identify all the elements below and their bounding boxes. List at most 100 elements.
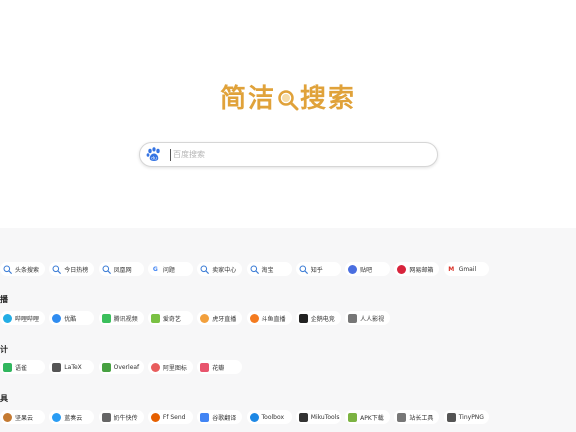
bookmark-label: 淘宝 (261, 266, 274, 274)
search-icon (102, 265, 111, 274)
bookmark-link[interactable]: 优酷 (49, 311, 95, 325)
section-title: 播 (0, 295, 8, 304)
latex-icon (52, 362, 62, 372)
mikutools-icon (298, 412, 308, 422)
bookmark-link[interactable]: 谷歌翻译 (197, 410, 243, 424)
bookmark-label: Ff Send (162, 413, 186, 421)
bookmark-label: 语雀 (15, 364, 28, 372)
bookmark-label: 卖家中心 (212, 266, 237, 274)
baidu-paw-icon[interactable]: du (146, 147, 162, 166)
bilibili-icon (3, 313, 12, 323)
bookmark-link[interactable]: 人人影视 (345, 311, 391, 325)
search-icon (52, 265, 62, 274)
bookmark-link[interactable]: 奶牛快传 (98, 410, 144, 424)
bookmark-link[interactable]: 坚果云 (0, 410, 45, 424)
bookmark-label: 腾讯视频 (113, 315, 138, 323)
bookmark-label: 坚果云 (15, 414, 34, 422)
bookmark-link[interactable]: 头条搜索 (0, 262, 45, 276)
bookmark-label: 哔哩哔哩 (15, 315, 40, 323)
bookmark-label: 人人影视 (360, 315, 385, 323)
search-icon (250, 265, 259, 274)
bookmark-link[interactable]: 哔哩哔哩 (0, 311, 45, 325)
text-cursor (170, 149, 171, 161)
bookmark-label: LaTeX (64, 363, 82, 371)
tieba-icon (348, 264, 358, 274)
yuque-icon (3, 362, 12, 372)
bookmark-link[interactable]: 斗鱼直播 (246, 311, 292, 325)
bookmark-label: 企鹅电竞 (310, 315, 335, 323)
search-icon (3, 265, 12, 274)
bookmark-link[interactable]: 虎牙直播 (197, 311, 243, 325)
bookmark-link[interactable]: LaTeX (49, 360, 95, 374)
search-icon (299, 265, 308, 274)
bookmark-link[interactable]: 卖家中心 (197, 262, 243, 276)
bookmark-link[interactable]: 网易邮箱 (394, 262, 440, 276)
iqiyi-icon (150, 313, 160, 323)
bookmark-label: Gmail (458, 265, 477, 273)
svg-text:du: du (151, 156, 157, 162)
penguin-esports-icon (298, 313, 308, 323)
header-area: 简洁 搜索 du (0, 0, 576, 228)
bookmark-label: 阿里图标 (162, 364, 187, 372)
bookmark-link[interactable]: Ff Send (147, 410, 193, 424)
search-box[interactable]: du (139, 142, 438, 167)
bookmark-label: 网易邮箱 (409, 266, 434, 274)
bookmark-label: APK下载 (360, 414, 384, 422)
bookmark-link[interactable]: APK下载 (345, 410, 391, 424)
bookmark-link[interactable]: Toolbox (246, 410, 292, 424)
bookmark-label: 凤凰网 (113, 266, 132, 274)
bookmark-label: 头条搜索 (15, 266, 40, 274)
bookmark-label: Overleaf (113, 363, 140, 371)
google-icon: G (152, 265, 158, 273)
logo-text-right: 搜索 (300, 84, 357, 114)
site-logo: 简洁 搜索 (0, 78, 576, 118)
iconfont-icon (150, 362, 160, 372)
overleaf-icon (101, 362, 111, 372)
bookmark-link[interactable]: 腾讯视频 (98, 311, 144, 325)
huya-icon (200, 313, 210, 323)
huaban-icon (200, 362, 210, 372)
bookmark-link[interactable]: 语雀 (0, 360, 45, 374)
bookmark-label: TinyPNG (458, 413, 484, 421)
cowtransfer-icon (101, 412, 111, 422)
bookmark-link[interactable]: 企鹅电竞 (295, 311, 341, 325)
bookmark-label: 今日热榜 (64, 266, 89, 274)
bookmarks-area (0, 228, 576, 432)
bookmark-link[interactable]: Overleaf (98, 360, 144, 374)
bookmark-link[interactable]: 贴吧 (345, 262, 391, 276)
bookmark-link[interactable]: 阿里图标 (147, 360, 193, 374)
bookmark-link[interactable]: 爱奇艺 (147, 311, 193, 325)
bookmark-link[interactable]: 淘宝 (246, 262, 292, 276)
bookmark-link[interactable]: 蓝奏云 (49, 410, 95, 424)
jianguoyun-icon (3, 412, 12, 422)
magnifier-icon (277, 88, 299, 118)
apk-icon (348, 412, 358, 422)
firefox-send-icon (150, 412, 160, 422)
bookmark-label: 花瓣 (212, 364, 225, 372)
bookmark-link[interactable]: 站长工具 (394, 410, 440, 424)
bookmark-label: 斗鱼直播 (261, 315, 286, 323)
bookmark-label: 谷歌翻译 (212, 414, 237, 422)
bookmark-label: 贴吧 (360, 266, 373, 274)
bookmark-label: MikuTools (310, 413, 340, 421)
bookmark-link[interactable]: 今日热榜 (49, 262, 95, 276)
gmail-icon: M (448, 265, 455, 273)
toolbox-icon (249, 412, 259, 422)
lanzou-icon (52, 412, 62, 422)
bookmark-label: 问题 (162, 266, 175, 274)
bookmark-link[interactable]: 知乎 (295, 262, 341, 276)
bookmark-link[interactable]: M Gmail (443, 262, 489, 276)
bookmark-link[interactable]: TinyPNG (443, 410, 489, 424)
bookmark-label: 爱奇艺 (162, 315, 181, 323)
section-title: 计 (0, 345, 8, 354)
bookmark-link[interactable]: 凤凰网 (98, 262, 144, 276)
rrys-icon (348, 313, 358, 323)
bookmark-link[interactable]: 花瓣 (197, 360, 243, 374)
bookmark-link[interactable]: G 问题 (147, 262, 193, 276)
bookmark-link[interactable]: MikuTools (295, 410, 341, 424)
bookmark-label: 优酷 (64, 315, 77, 323)
tinypng-icon (446, 412, 456, 422)
bookmark-label: 虎牙直播 (212, 315, 237, 323)
search-input[interactable] (173, 145, 423, 164)
bookmark-label: 蓝奏云 (64, 414, 83, 422)
